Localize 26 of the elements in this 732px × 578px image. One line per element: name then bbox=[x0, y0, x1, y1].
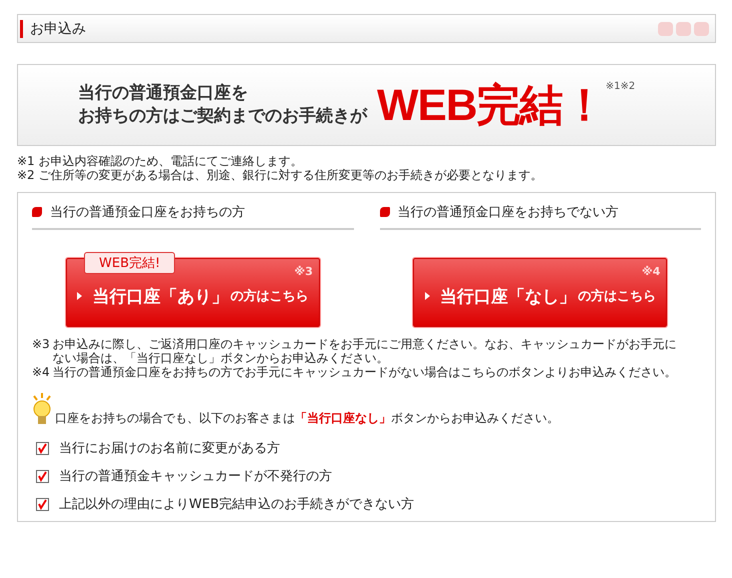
triangle-icon bbox=[77, 292, 82, 300]
bullet-icon bbox=[380, 207, 390, 217]
decoration-icon bbox=[658, 22, 709, 36]
footnote: ※4 当行の普通預金口座をお持ちの方でお手元にキャッシュカードがない場合はこちらのボタンよりお申込みください。 bbox=[32, 365, 678, 379]
footnote-mark: ※1※2 bbox=[606, 81, 636, 92]
condition-text: 上記以外の理由によりWEB完結申込のお手続きができない方 bbox=[59, 496, 414, 513]
column-heading: 当行の普通預金口座をお持ちでない方 bbox=[398, 204, 618, 221]
banner-text: お持ちの方はご契約までのお手続きが bbox=[78, 105, 367, 128]
condition-text: 当行にお届けのお名前に変更がある方 bbox=[59, 440, 280, 457]
section-title: お申込み bbox=[20, 20, 86, 38]
check-icon bbox=[36, 470, 49, 482]
apply-button[interactable]: 当行口座「なし」の方はこちら ※4 bbox=[413, 258, 668, 327]
lightbulb-icon bbox=[32, 393, 52, 427]
banner-headline: WEB完結！ bbox=[377, 80, 606, 132]
check-icon bbox=[36, 498, 49, 510]
check-icon bbox=[36, 442, 49, 454]
column-heading: 当行の普通預金口座をお持ちの方 bbox=[50, 204, 245, 221]
banner-text: 当行の普通預金口座を bbox=[78, 82, 249, 105]
condition-text: 当行の普通預金キャッシュカードが不発行の方 bbox=[59, 468, 332, 485]
footnote: ※3 お申込みに際し、ご返済用口座のキャッシュカードをお手元にご用意ください。なお、キャッシュカードがお手元にない場合は、「当行口座なし」ボタンからお申込みください。 bbox=[32, 337, 678, 365]
footnote: ※1 お申込内容確認のため、電話にてご連絡します。 bbox=[17, 154, 304, 168]
web-badge: WEB完結! bbox=[84, 252, 176, 274]
tip-text: 口座をお持ちの場合でも、以下のお客さまは「当行口座なし」ボタンからお申込みください。 bbox=[55, 410, 559, 427]
triangle-icon bbox=[424, 292, 430, 300]
footnote: ※2 ご住所等の変更がある場合は、別途、銀行に対する住所変更等のお手続きが必要となります。 bbox=[17, 168, 544, 182]
bullet-icon bbox=[32, 207, 42, 217]
